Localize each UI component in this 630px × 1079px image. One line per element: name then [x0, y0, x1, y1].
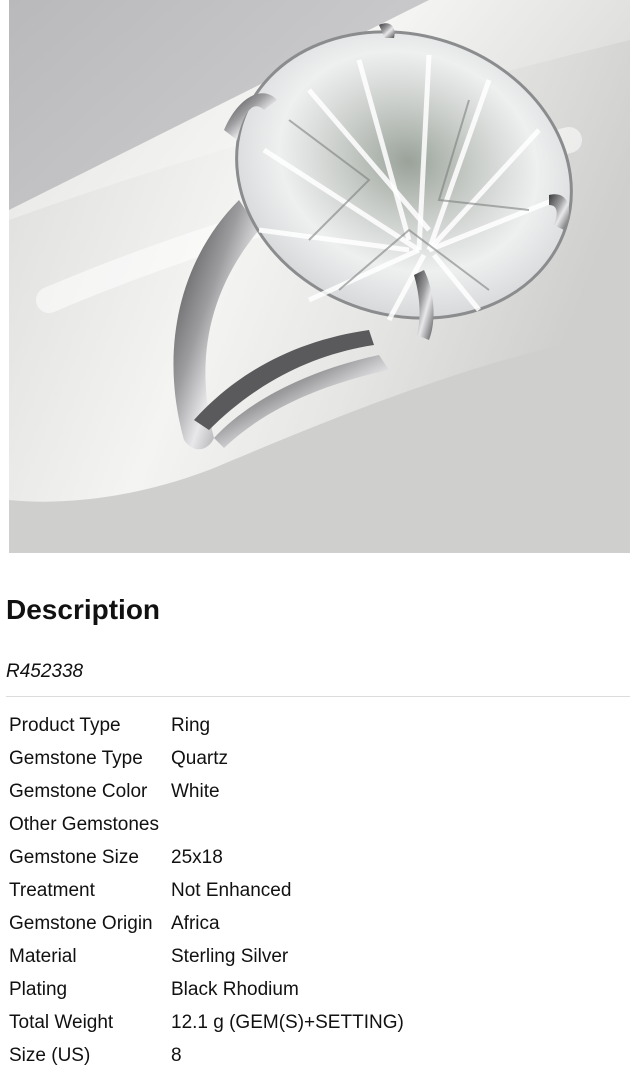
spec-label: Other Gemstones [9, 814, 159, 835]
spec-label: Product Type [9, 715, 121, 736]
spec-label: Plating [9, 979, 68, 1000]
product-sku: R452338 [6, 661, 84, 682]
spec-row-other-gemstones: Other Gemstones [9, 808, 404, 841]
spec-value: Ring [171, 715, 211, 736]
spec-row-gemstone-type: Gemstone Type Quartz [9, 742, 404, 775]
spec-value: 12.1 g (GEM(S)+SETTING) [171, 1012, 404, 1033]
product-page: Description R452338 Product Type Ring Ge… [0, 0, 630, 1079]
spec-label: Gemstone Origin [9, 913, 153, 934]
spec-value: 8 [171, 1045, 182, 1066]
spec-label: Total Weight [9, 1012, 114, 1033]
spec-row-material: Material Sterling Silver [9, 940, 404, 973]
spec-label: Gemstone Size [9, 847, 139, 868]
spec-row-gemstone-origin: Gemstone Origin Africa [9, 907, 404, 940]
specs-table: Product Type Ring Gemstone Type Quartz G… [9, 709, 404, 1072]
spec-label: Size (US) [9, 1045, 91, 1066]
spec-row-treatment: Treatment Not Enhanced [9, 874, 404, 907]
spec-value: White [171, 781, 220, 802]
spec-value: Quartz [171, 748, 229, 769]
spec-value: Africa [171, 913, 220, 934]
spec-row-gemstone-size: Gemstone Size 25x18 [9, 841, 404, 874]
description-heading: Description [6, 594, 161, 625]
spec-row-total-weight: Total Weight 12.1 g (GEM(S)+SETTING) [9, 1006, 404, 1039]
product-photo[interactable] [9, 0, 630, 553]
spec-value: 25x18 [171, 847, 223, 868]
spec-value: Sterling Silver [171, 946, 289, 967]
spec-label: Gemstone Type [9, 748, 143, 769]
ring-photo [9, 0, 630, 553]
spec-row-gemstone-color: Gemstone Color White [9, 775, 404, 808]
spec-label: Treatment [9, 880, 95, 901]
spec-value: Black Rhodium [171, 979, 299, 1000]
spec-row-size-us: Size (US) 8 [9, 1039, 404, 1072]
spec-label: Gemstone Color [9, 781, 148, 802]
spec-value [171, 808, 404, 841]
spec-value: Not Enhanced [171, 880, 292, 901]
spec-label: Material [9, 946, 77, 967]
spec-row-plating: Plating Black Rhodium [9, 973, 404, 1006]
spec-row-product-type: Product Type Ring [9, 709, 404, 742]
section-divider [6, 696, 630, 697]
